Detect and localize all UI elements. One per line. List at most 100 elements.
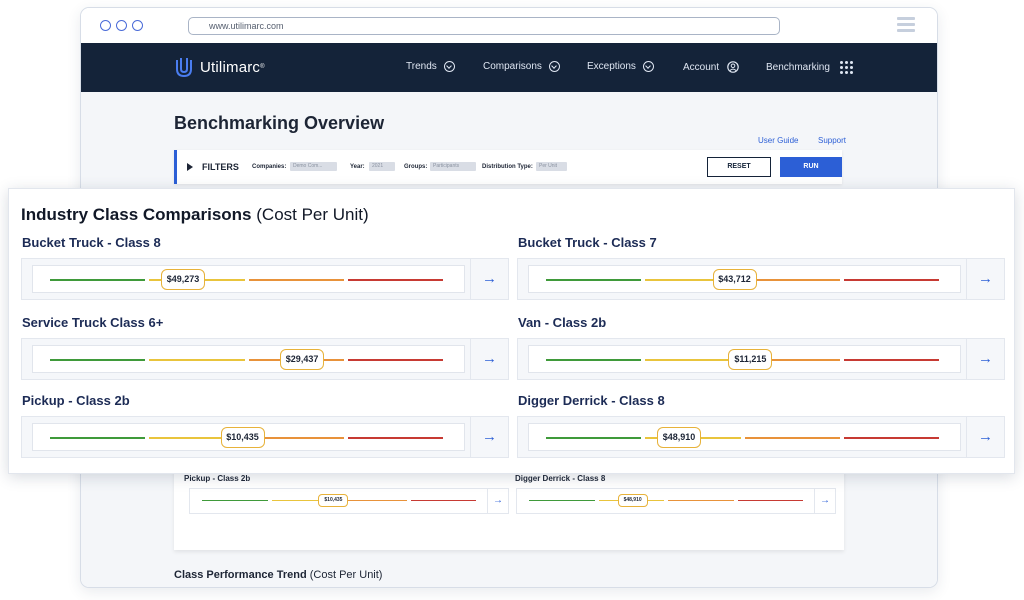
class-label: Van - Class 2b	[518, 315, 607, 330]
distribution-segment	[410, 500, 476, 501]
cost-value-badge: $49,273	[160, 269, 205, 290]
distribution-segment	[347, 437, 443, 439]
distribution-bar: $49,273	[32, 265, 465, 293]
companies-key: Companies:	[252, 164, 287, 170]
run-button[interactable]: RUN	[780, 157, 842, 177]
card-title: Industry Class Comparisons (Cost Per Uni…	[21, 205, 369, 225]
trend-section-title: Class Performance Trend (Cost Per Unit)	[174, 569, 382, 581]
page-title: Benchmarking Overview	[174, 113, 385, 133]
support-link[interactable]: Support	[818, 136, 846, 145]
distribution-segment	[529, 500, 595, 501]
window-maximize-dot[interactable]	[132, 20, 143, 31]
bg-class-row: $48,910 →	[516, 488, 836, 514]
year-value[interactable]: 2021	[369, 162, 395, 171]
card-title-main: Industry Class Comparisons	[21, 205, 252, 224]
distribution-segment	[50, 437, 146, 439]
class-label: Digger Derrick - Class 8	[518, 393, 665, 408]
user-guide-link[interactable]: User Guide	[758, 136, 798, 145]
class-row: $48,910 →	[517, 416, 1005, 458]
bg-distribution-bar: $10,435	[190, 489, 488, 513]
distribution-segment	[744, 279, 840, 281]
window-minimize-dot[interactable]	[116, 20, 127, 31]
distribution-bar: $48,910	[528, 423, 961, 451]
cost-value-badge: $48,910	[656, 427, 701, 448]
user-circle-icon	[727, 61, 739, 73]
cost-value-badge: $29,437	[280, 349, 325, 370]
card-title-subtitle: (Cost Per Unit)	[256, 205, 369, 224]
trend-title: Class Performance Trend	[174, 569, 307, 581]
arrow-right-icon[interactable]: →	[966, 339, 1004, 379]
utilimarc-logo-icon	[176, 58, 192, 78]
distribution-segment	[202, 500, 268, 501]
arrow-right-icon[interactable]: →	[470, 417, 508, 457]
groups-key: Groups:	[404, 164, 428, 170]
arrow-right-icon[interactable]: →	[815, 489, 835, 513]
bg-class-row: $10,435 →	[189, 488, 509, 514]
distribution-bar: $43,712	[528, 265, 961, 293]
nav-account-label: Account	[683, 61, 720, 73]
nav-trends-label: Trends	[406, 61, 437, 72]
address-bar[interactable]: www.utilimarc.com	[188, 17, 780, 35]
distribution-segment	[347, 359, 443, 361]
filters-label[interactable]: FILTERS	[202, 162, 239, 172]
cost-value-badge: $10,435	[220, 427, 265, 448]
nav-benchmarking-label: Benchmarking	[766, 62, 830, 73]
brand-logo[interactable]: Utilimarc ®	[175, 56, 265, 78]
class-label: Bucket Truck - Class 8	[22, 235, 161, 250]
distribution-segment	[50, 279, 146, 281]
nav-benchmarking[interactable]: Benchmarking	[766, 61, 853, 74]
nav-account[interactable]: Account	[683, 61, 739, 73]
bg-class-label: Digger Derrick - Class 8	[515, 474, 606, 483]
class-row: $49,273 →	[21, 258, 509, 300]
arrow-right-icon[interactable]: →	[488, 489, 508, 513]
distribution-bar: $11,215	[528, 345, 961, 373]
browser-chrome: www.utilimarc.com	[81, 8, 937, 43]
filters-bar: FILTERS Companies: Demo Com... Year: 202…	[174, 150, 842, 184]
companies-value[interactable]: Demo Com...	[290, 162, 337, 171]
class-row: $10,435 →	[21, 416, 509, 458]
menu-icon[interactable]	[897, 17, 915, 34]
chevron-down-circle-icon	[443, 61, 455, 72]
reset-button[interactable]: RESET	[707, 157, 771, 177]
distribution-type-value[interactable]: Per Unit	[536, 162, 567, 171]
distribution-segment	[50, 359, 146, 361]
top-navbar: Utilimarc ® Trends Comparisons Exceptions…	[81, 43, 937, 92]
class-row: $43,712 →	[517, 258, 1005, 300]
distribution-segment	[843, 359, 939, 361]
expand-triangle-icon[interactable]	[187, 163, 193, 171]
arrow-right-icon[interactable]: →	[966, 259, 1004, 299]
distribution-segment	[546, 437, 642, 439]
distribution-segment	[744, 437, 840, 439]
groups-value[interactable]: Participants	[430, 162, 476, 171]
background-comparison-card: Pickup - Class 2b $10,435 → Digger Derri…	[174, 462, 844, 550]
distribution-segment	[546, 359, 642, 361]
distribution-segment	[843, 279, 939, 281]
distribution-bar: $10,435	[32, 423, 465, 451]
distribution-bar: $29,437	[32, 345, 465, 373]
distribution-segment	[341, 500, 407, 501]
distribution-segment	[668, 500, 734, 501]
trend-subtitle: (Cost Per Unit)	[309, 569, 383, 581]
cost-value-badge: $10,435	[318, 494, 349, 507]
arrow-right-icon[interactable]: →	[966, 417, 1004, 457]
window-close-dot[interactable]	[100, 20, 111, 31]
nav-exceptions[interactable]: Exceptions	[587, 61, 654, 72]
cost-value-badge: $43,712	[712, 269, 757, 290]
distribution-segment	[843, 437, 939, 439]
distribution-segment	[248, 279, 344, 281]
nav-comparisons[interactable]: Comparisons	[483, 61, 560, 72]
distribution-segment	[149, 359, 245, 361]
distribution-segment	[347, 279, 443, 281]
arrow-right-icon[interactable]: →	[470, 339, 508, 379]
grid-dots-icon	[839, 61, 853, 74]
nav-trends[interactable]: Trends	[406, 61, 455, 72]
distribution-segment	[645, 359, 741, 361]
chevron-down-circle-icon	[642, 61, 654, 72]
class-label: Bucket Truck - Class 7	[518, 235, 657, 250]
trademark-mark: ®	[260, 64, 265, 70]
year-key: Year:	[350, 164, 365, 170]
brand-name: Utilimarc	[200, 58, 261, 76]
nav-exceptions-label: Exceptions	[587, 61, 636, 72]
arrow-right-icon[interactable]: →	[470, 259, 508, 299]
bg-distribution-bar: $48,910	[517, 489, 815, 513]
